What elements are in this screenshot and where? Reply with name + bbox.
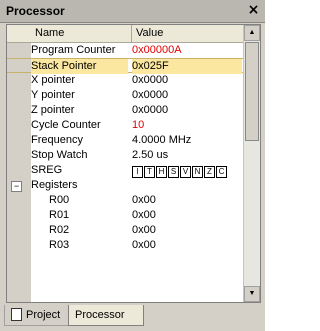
vertical-scrollbar[interactable]: ▲ ▼ [243, 25, 260, 302]
register-name: R01 [49, 209, 70, 221]
row-value: 10 [132, 119, 145, 131]
row-name: Program Counter [31, 44, 116, 56]
row-value: 0x025F [132, 59, 242, 74]
document-icon [11, 307, 22, 321]
row-register-r01[interactable]: R01 0x00 [7, 208, 244, 223]
title-bar: Processor × [0, 0, 265, 23]
row-frequency[interactable]: Frequency 4.0000 MHz [7, 133, 244, 148]
register-indent [31, 208, 47, 223]
row-name: Z pointer [31, 104, 75, 116]
register-indent [31, 223, 47, 238]
processor-window: Processor × Name Value Program Counter 0… [0, 0, 265, 331]
row-name: Frequency [31, 134, 83, 146]
bottom-tab-strip: Project Processor [0, 303, 265, 331]
row-name: Y pointer [31, 89, 75, 101]
name-column-header[interactable]: Name [31, 25, 132, 42]
sreg-flags: ITHSVNZC [132, 165, 228, 179]
row-registers[interactable]: − Registers [7, 178, 244, 193]
row-value: 0x0000 [132, 104, 169, 116]
row-name: X pointer [31, 74, 76, 86]
row-sreg[interactable]: SREG ITHSVNZC [7, 163, 244, 179]
tab-label: Project [26, 309, 61, 321]
register-value: 0x00 [132, 224, 156, 236]
sreg-flag-h[interactable]: H [156, 166, 167, 179]
row-register-r02[interactable]: R02 0x00 [7, 223, 244, 238]
column-header: Name Value [7, 25, 244, 43]
register-indent [31, 193, 47, 208]
row-cycle-counter[interactable]: Cycle Counter 10 [7, 118, 244, 133]
processor-rows: Program Counter 0x00000A Stack Pointer 0… [7, 43, 244, 302]
row-value: 0x0000 [132, 74, 169, 86]
scroll-down-icon[interactable]: ▼ [244, 286, 260, 302]
sreg-flag-z[interactable]: Z [204, 166, 215, 179]
row-stack-pointer[interactable]: Stack Pointer 0x025F [7, 58, 244, 74]
row-register-r03[interactable]: R03 0x00 [7, 238, 244, 253]
tab-project[interactable]: Project [4, 305, 76, 326]
row-stop-watch[interactable]: Stop Watch 2.50 us [7, 148, 244, 163]
scroll-up-icon[interactable]: ▲ [244, 25, 260, 41]
row-register-r00[interactable]: R00 0x00 [7, 193, 244, 208]
register-value: 0x00 [132, 239, 156, 251]
tab-label: Processor [75, 309, 125, 321]
row-value: 4.0000 MHz [132, 134, 192, 146]
value-column-header[interactable]: Value [132, 25, 248, 42]
collapse-icon[interactable]: − [11, 181, 22, 192]
row-name: Stop Watch [31, 149, 88, 161]
row-name: Cycle Counter [31, 119, 101, 131]
sreg-flag-c[interactable]: C [216, 166, 227, 179]
register-indent [31, 238, 47, 253]
row-value: 0x0000 [132, 89, 169, 101]
sreg-flag-v[interactable]: V [180, 166, 191, 179]
row-program-counter[interactable]: Program Counter 0x00000A [7, 43, 244, 58]
row-x-pointer[interactable]: X pointer 0x0000 [7, 73, 244, 88]
row-name: Stack Pointer [31, 59, 128, 74]
row-value: 2.50 us [132, 149, 169, 161]
sreg-name: SREG [31, 164, 63, 176]
processor-tree-panel: Name Value Program Counter 0x00000A Stac… [6, 24, 261, 303]
row-z-pointer[interactable]: Z pointer 0x0000 [7, 103, 244, 118]
register-name: R03 [49, 239, 70, 251]
close-icon[interactable]: × [246, 3, 261, 18]
sreg-flag-t[interactable]: T [144, 166, 155, 179]
sreg-flag-n[interactable]: N [192, 166, 203, 179]
sreg-flag-s[interactable]: S [168, 166, 179, 179]
scrollbar-thumb[interactable] [245, 42, 259, 141]
registers-label: Registers [31, 179, 78, 191]
register-value: 0x00 [132, 209, 156, 221]
row-value: 0x00000A [132, 44, 182, 56]
row-y-pointer[interactable]: Y pointer 0x0000 [7, 88, 244, 103]
register-value: 0x00 [132, 194, 156, 206]
tab-processor[interactable]: Processor [68, 305, 144, 326]
sreg-flag-i[interactable]: I [132, 166, 143, 179]
register-name: R02 [49, 224, 70, 236]
register-name: R00 [49, 194, 70, 206]
window-title: Processor [6, 4, 65, 18]
